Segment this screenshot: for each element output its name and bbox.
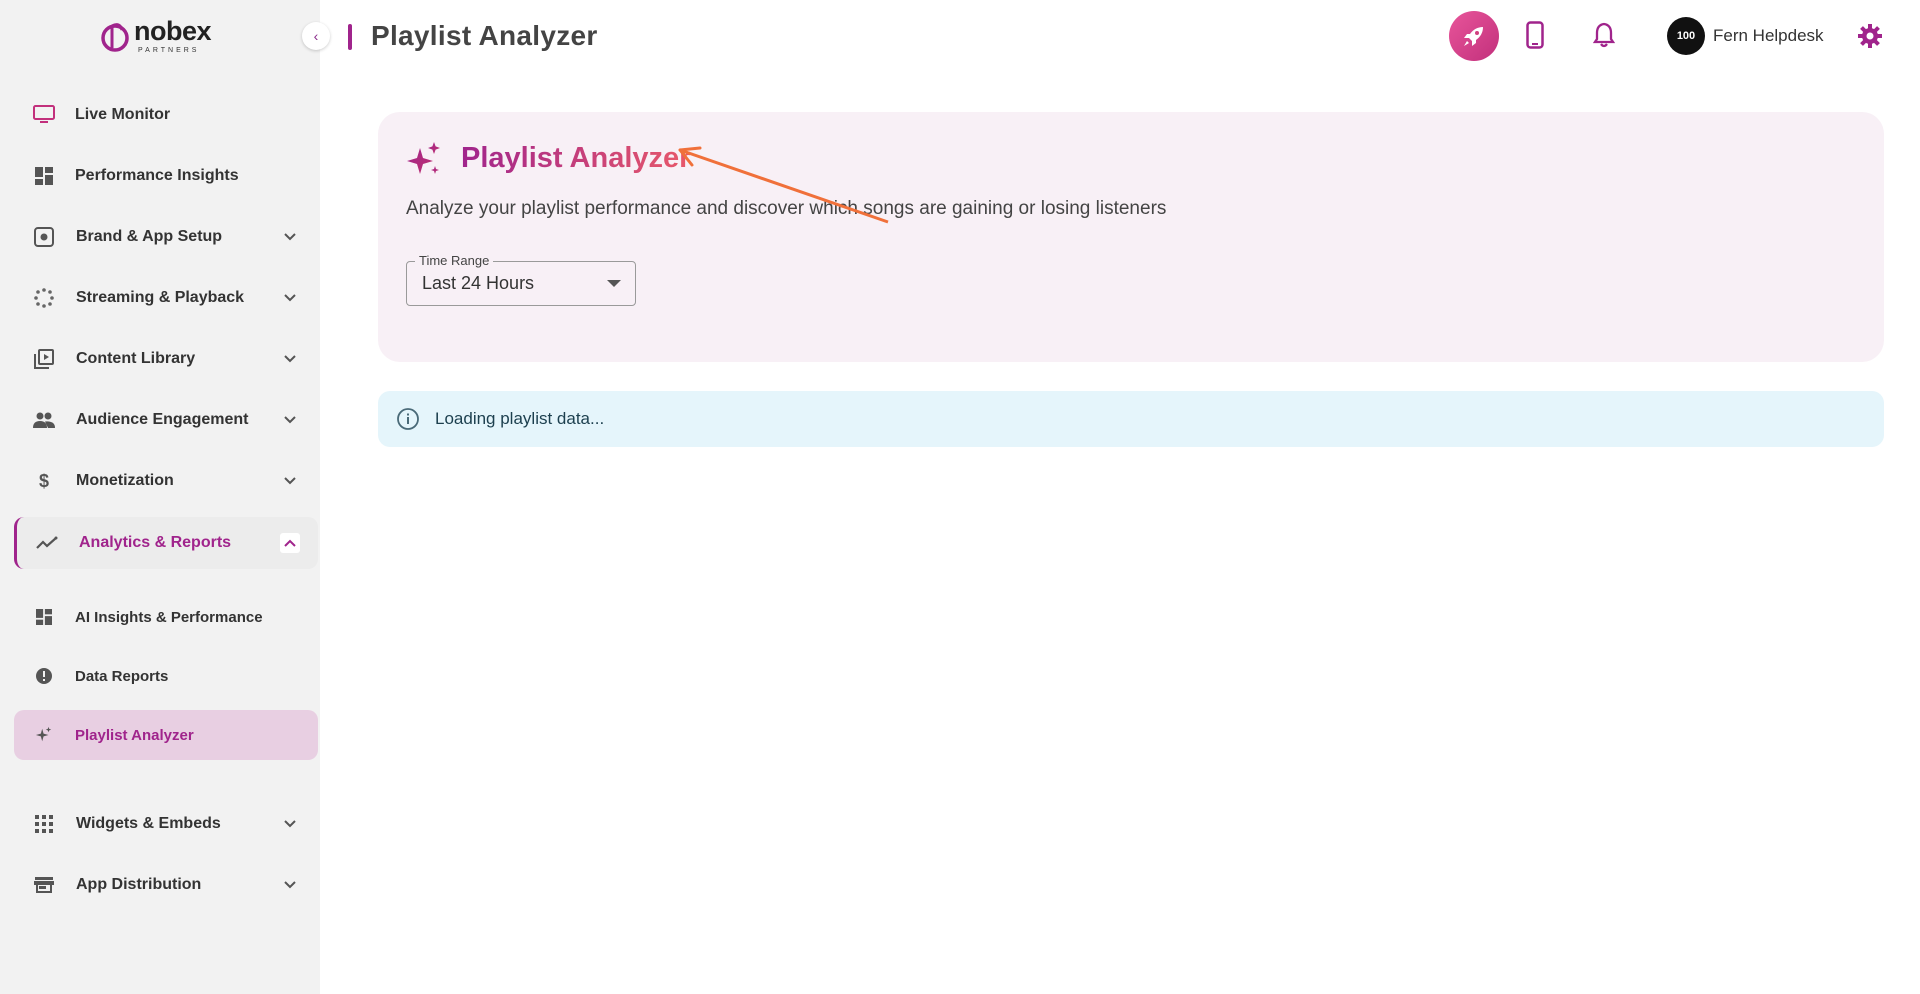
rocket-icon (1464, 27, 1483, 46)
sidebar-subitem-ai-insights[interactable]: AI Insights & Performance (14, 593, 318, 641)
loading-alert: Loading playlist data... (378, 391, 1884, 447)
sidebar: nobex PARTNERS ‹ Live Monitor Performanc… (0, 0, 330, 994)
chevron-down-icon (280, 875, 300, 895)
chevron-down-icon (280, 288, 300, 308)
store-icon (32, 873, 56, 897)
chevron-up-icon (280, 533, 300, 553)
avatar-text: 100 (1676, 30, 1696, 42)
chevron-down-icon (280, 410, 300, 430)
card-title: Playlist Analyzer (461, 142, 691, 174)
sidebar-item-live-monitor[interactable]: Live Monitor (14, 90, 318, 140)
top-header: Playlist Analyzer 100 Fern Helpdesk (320, 0, 1920, 72)
page-title: Playlist Analyzer (371, 20, 598, 51)
notifications-button[interactable] (1587, 18, 1621, 52)
sidebar-item-label: Audience Engagement (76, 411, 249, 428)
mobile-preview-button[interactable] (1518, 18, 1552, 52)
gear-icon (1858, 24, 1882, 48)
chevron-down-icon (280, 227, 300, 247)
chevron-down-icon (280, 349, 300, 369)
sidebar-item-label: Analytics & Reports (79, 534, 232, 551)
logo-mark-icon (101, 23, 129, 52)
settings-button[interactable] (1853, 19, 1887, 53)
sidebar-item-label: Brand & App Setup (76, 228, 223, 245)
monitor-icon (32, 103, 56, 127)
brand-tagline: PARTNERS (138, 47, 200, 54)
chevron-down-icon (280, 471, 300, 491)
dashboard-icon (32, 164, 56, 188)
title-accent-bar (348, 24, 352, 50)
sidebar-item-monetization[interactable]: $ Monetization (14, 456, 318, 506)
sidebar-item-streaming-playback[interactable]: Streaming & Playback (14, 273, 318, 323)
sidebar-item-content-library[interactable]: Content Library (14, 334, 318, 384)
info-icon (397, 408, 419, 430)
sidebar-item-analytics-reports[interactable]: Analytics & Reports (14, 517, 318, 569)
phone-icon (1526, 21, 1544, 49)
sidebar-item-label: Performance Insights (75, 167, 239, 184)
time-range-value: Last 24 Hours (422, 273, 535, 293)
card-description: Analyze your playlist performance and di… (406, 198, 1167, 219)
chevron-down-icon (280, 814, 300, 834)
sidebar-item-brand-app-setup[interactable]: Brand & App Setup (14, 212, 318, 262)
user-name[interactable]: Fern Helpdesk (1713, 26, 1824, 46)
alert-circle-icon (32, 664, 56, 688)
dashboard-icon (32, 605, 56, 629)
sidebar-subitem-label: AI Insights & Performance (75, 608, 263, 626)
spinner-icon (32, 286, 56, 310)
sidebar-item-performance-insights[interactable]: Performance Insights (14, 151, 318, 201)
sidebar-item-audience-engagement[interactable]: Audience Engagement (14, 395, 318, 445)
brand-logo[interactable]: nobex PARTNERS (100, 16, 220, 56)
sidebar-item-label: App Distribution (76, 876, 202, 893)
sidebar-subitem-label: Playlist Analyzer (75, 726, 194, 744)
sidebar-subitem-label: Data Reports (75, 667, 169, 685)
alert-message: Loading playlist data... (435, 409, 605, 428)
sidebar-item-widgets-embeds[interactable]: Widgets & Embeds (14, 799, 318, 849)
sidebar-item-label: Streaming & Playback (76, 289, 245, 306)
sidebar-item-label: Monetization (76, 472, 174, 489)
sidebar-subitem-playlist-analyzer[interactable]: Playlist Analyzer (14, 710, 318, 760)
playlist-analyzer-card: Playlist Analyzer Analyze your playlist … (378, 112, 1884, 362)
sparkles-icon (407, 142, 440, 174)
people-icon (32, 408, 56, 432)
avatar[interactable]: 100 (1667, 17, 1705, 55)
time-range-select[interactable]: Time Range Last 24 Hours (406, 253, 636, 306)
sparkles-icon (32, 723, 56, 747)
sidebar-item-app-distribution[interactable]: App Distribution (14, 860, 318, 910)
sidebar-item-label: Live Monitor (75, 106, 171, 123)
settings-box-icon (32, 225, 56, 249)
sidebar-item-label: Content Library (76, 350, 196, 367)
bell-icon (1593, 22, 1615, 48)
time-range-label: Time Range (415, 253, 494, 268)
brand-name: nobex (134, 16, 212, 46)
dollar-icon: $ (38, 470, 49, 491)
sidebar-item-label: Widgets & Embeds (76, 815, 221, 832)
sidebar-subitem-data-reports[interactable]: Data Reports (14, 652, 318, 700)
trending-icon (35, 531, 59, 555)
video-library-icon (32, 347, 56, 371)
grid-icon (32, 812, 56, 836)
dropdown-caret-icon (607, 280, 621, 287)
chevron-left-icon: ‹ (313, 28, 319, 44)
rocket-button[interactable] (1449, 11, 1499, 61)
